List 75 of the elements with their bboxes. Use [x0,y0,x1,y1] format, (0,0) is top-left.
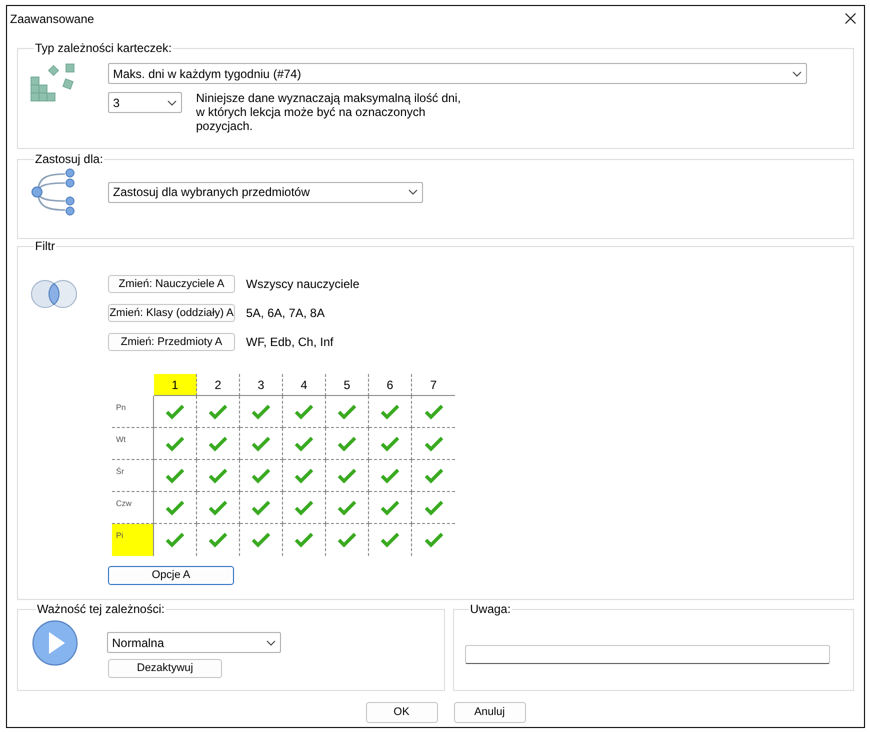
priority-dropdown[interactable]: Normalna [107,632,281,653]
check-icon[interactable] [165,468,185,484]
play-icon [32,620,78,666]
row-header[interactable]: Pi [112,524,154,556]
caret-icon [792,70,802,76]
window-title: Zaawansowane [10,10,94,28]
column-header[interactable]: 2 [197,374,240,396]
description-text: Niniejsze dane wyznaczają maksymalną ilość dni, w których lekcja może być na oznaczonych pozycjach. [196,91,462,133]
check-icon[interactable] [165,500,185,516]
check-icon[interactable] [337,468,357,484]
column-header[interactable]: 3 [240,374,283,396]
check-icon[interactable] [165,532,185,548]
check-icon[interactable] [294,468,314,484]
check-icon[interactable] [380,436,400,452]
check-icon[interactable] [380,500,400,516]
close-icon[interactable] [845,13,856,24]
column-header[interactable]: 5 [326,374,369,396]
check-icon[interactable] [294,404,314,420]
column-header[interactable]: 6 [369,374,412,396]
change-button[interactable]: Zmień: Przedmioty A [108,333,235,351]
column-header[interactable]: 1 [154,374,197,396]
row-header[interactable]: Pn [112,396,154,428]
check-icon[interactable] [337,436,357,452]
check-icon[interactable] [251,404,271,420]
change-button[interactable]: Zmień: Klasy (oddziały) A [108,304,235,322]
check-icon[interactable] [337,404,357,420]
check-icon[interactable] [424,468,444,484]
check-icon[interactable] [337,532,357,548]
filter-value: 5A, 6A, 7A, 8A [246,305,325,322]
check-icon[interactable] [165,404,185,420]
group-label: Filtr [34,239,56,253]
check-icon[interactable] [208,532,228,548]
check-icon[interactable] [208,468,228,484]
check-icon[interactable] [251,468,271,484]
deactivate-button[interactable]: Dezaktywuj [108,659,222,678]
check-icon[interactable] [294,532,314,548]
check-icon[interactable] [380,404,400,420]
row-header[interactable]: Śr [112,460,154,492]
row-header[interactable]: Wt [112,428,154,460]
group-label: Ważność tej zależności: [36,602,166,616]
check-icon[interactable] [208,436,228,452]
ok-button[interactable]: OK [366,702,438,723]
caret-icon [167,100,177,106]
filter-value: WF, Edb, Ch, Inf [246,334,334,351]
caret-icon [408,189,418,195]
count-dropdown[interactable]: 3 [108,92,182,113]
column-header[interactable]: 4 [283,374,326,396]
check-icon[interactable] [424,500,444,516]
check-icon[interactable] [294,436,314,452]
check-icon[interactable] [165,436,185,452]
apply-dropdown[interactable]: Zastosuj dla wybranych przedmiotów [108,182,423,202]
column-header[interactable]: 7 [412,374,455,396]
group-label: Zastosuj dla: [34,152,104,166]
check-icon[interactable] [424,436,444,452]
check-icon[interactable] [380,468,400,484]
caret-icon [266,640,276,646]
check-icon[interactable] [337,500,357,516]
check-icon[interactable] [424,532,444,548]
filter-value: Wszyscy nauczyciele [246,276,360,293]
note-input[interactable] [465,645,830,664]
venn-icon [30,279,80,309]
check-icon[interactable] [208,404,228,420]
change-button[interactable]: Zmień: Nauczyciele A [108,275,235,293]
check-icon[interactable] [251,500,271,516]
check-icon[interactable] [294,500,314,516]
check-icon[interactable] [380,532,400,548]
cancel-button[interactable]: Anuluj [454,702,526,723]
options-button[interactable]: Opcje A [108,566,234,585]
group-label: Uwaga: [469,602,512,616]
check-icon[interactable] [251,532,271,548]
check-icon[interactable] [208,500,228,516]
group-label: Typ zależności karteczek: [34,41,173,55]
check-icon[interactable] [251,436,271,452]
check-icon[interactable] [424,404,444,420]
type-dropdown[interactable]: Maks. dni w każdym tygodniu (#74) [108,63,807,84]
